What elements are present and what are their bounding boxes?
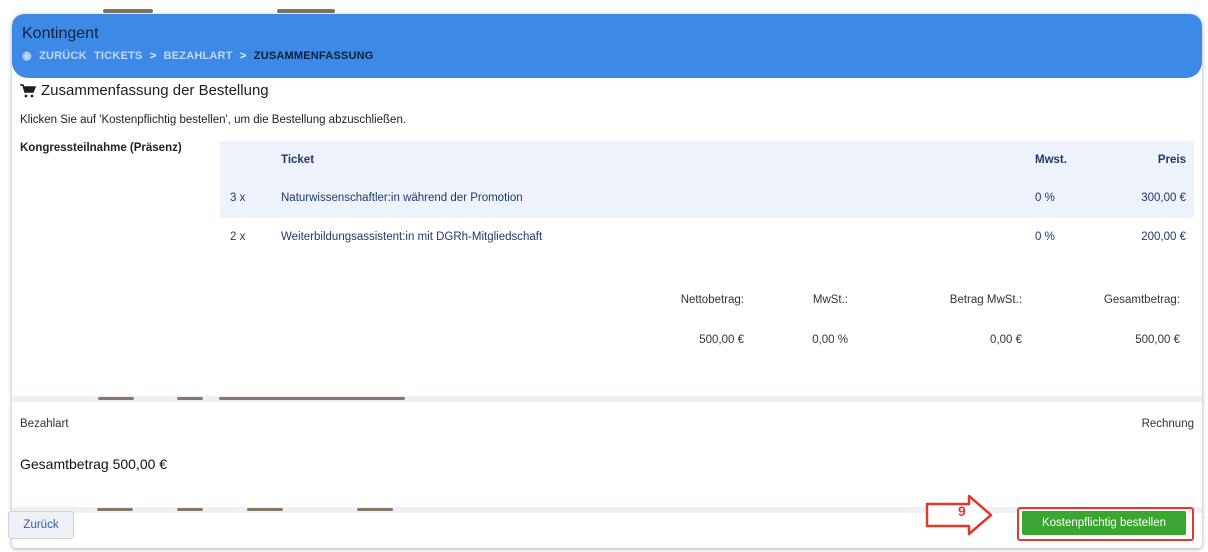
vat-rate-label: MwSt.:: [812, 294, 848, 306]
payment-method-value: Rechnung: [1141, 418, 1194, 430]
decorative-bar: [247, 508, 283, 511]
breadcrumb: ◉ ZURÜCK TICKETS > BEZAHLART > ZUSAMMENF…: [22, 49, 378, 62]
vat-amount-label: Betrag MwSt.:: [949, 294, 1022, 306]
section-title-text: Zusammenfassung der Bestellung: [41, 82, 269, 99]
payment-method-label: Bezahlart: [20, 418, 69, 430]
net-amount-value: 500,00 €: [699, 334, 744, 346]
page-title: Kontingent: [22, 25, 99, 42]
vat-amount-value: 0,00 €: [990, 334, 1022, 346]
row-ticket-name: Naturwissenschaftler:in während der Prom…: [281, 192, 523, 204]
table-row: 3 x Naturwissenschaftler:in während der …: [220, 179, 1194, 218]
decorative-bar: [219, 397, 405, 400]
row-vat: 0 %: [1035, 231, 1055, 243]
section-title: Zusammenfassung der Bestellung: [20, 82, 269, 99]
order-button[interactable]: Kostenpflichtig bestellen: [1022, 511, 1186, 535]
breadcrumb-summary: ZUSAMMENFASSUNG: [253, 50, 374, 62]
section-divider: [12, 396, 1202, 402]
column-header-ticket: Ticket: [281, 154, 315, 166]
decorative-bar: [97, 508, 133, 511]
totals-labels-row: Nettobetrag: MwSt.: Betrag MwSt.: Gesamt…: [220, 257, 1194, 317]
row-quantity: 3 x: [230, 192, 246, 204]
instruction-text: Klicken Sie auf 'Kostenpflichtig bestell…: [20, 114, 407, 126]
order-table: Ticket Mwst. Preis 3 x Naturwissenschaft…: [220, 141, 1194, 357]
column-header-price: Preis: [1157, 154, 1186, 166]
totals-values-row: 500,00 € 0,00 % 0,00 € 500,00 €: [220, 317, 1194, 357]
total-amount-value: 500,00 €: [1135, 334, 1180, 346]
breadcrumb-payment[interactable]: BEZAHLART: [164, 50, 233, 62]
back-circle-icon: ◉: [22, 50, 32, 62]
row-quantity: 2 x: [230, 231, 246, 243]
row-vat: 0 %: [1035, 192, 1055, 204]
table-row: 2 x Weiterbildungsassistent:in mit DGRh-…: [220, 218, 1194, 257]
decorative-bar: [98, 397, 134, 400]
ticket-group-label: Kongressteilnahme (Präsenz): [20, 142, 182, 154]
decorative-bar: [277, 9, 335, 13]
total-amount-label: Gesamtbetrag:: [1103, 294, 1180, 306]
row-ticket-name: Weiterbildungsassistent:in mit DGRh-Mitg…: [281, 231, 543, 243]
decorative-bar: [177, 508, 203, 511]
breadcrumb-separator: >: [239, 50, 247, 62]
breadcrumb-tickets[interactable]: TICKETS: [94, 50, 142, 62]
column-header-vat: Mwst.: [1035, 154, 1067, 166]
decorative-bar: [357, 508, 393, 511]
table-header-row: Ticket Mwst. Preis: [220, 141, 1194, 179]
shopping-cart-icon: [20, 83, 36, 97]
grand-total: Gesamtbetrag 500,00 €: [20, 456, 168, 472]
breadcrumb-separator: >: [149, 50, 157, 62]
step-number: 9: [958, 503, 966, 519]
back-button[interactable]: Zurück: [8, 511, 74, 539]
decorative-bar: [103, 9, 153, 13]
breadcrumb-back[interactable]: ZURÜCK: [39, 50, 87, 62]
net-amount-label: Nettobetrag:: [680, 294, 744, 306]
vat-rate-value: 0,00 %: [812, 334, 848, 346]
row-price: 200,00 €: [1141, 231, 1186, 243]
header-bar: Kontingent ◉ ZURÜCK TICKETS > BEZAHLART …: [12, 14, 1202, 78]
background-strip: [0, 0, 1208, 14]
row-price: 300,00 €: [1141, 192, 1186, 204]
summary-card: Kontingent ◉ ZURÜCK TICKETS > BEZAHLART …: [12, 14, 1202, 548]
decorative-bar: [177, 397, 203, 400]
